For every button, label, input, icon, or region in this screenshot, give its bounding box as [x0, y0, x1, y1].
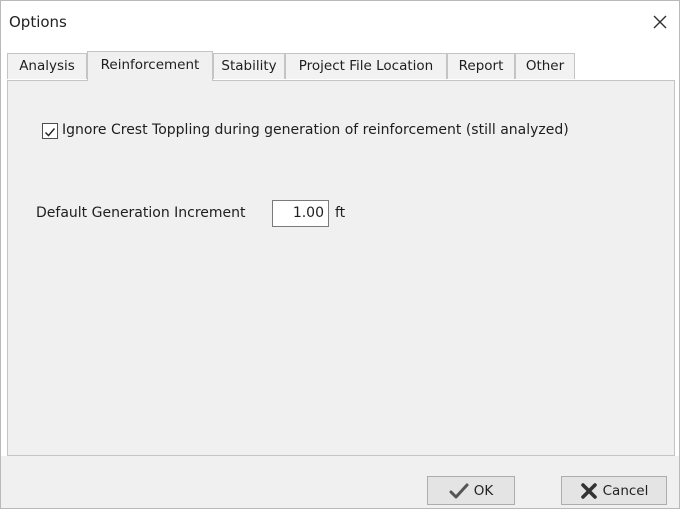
close-icon [653, 15, 667, 29]
ok-button[interactable]: OK [427, 476, 515, 505]
tab-strip: Analysis Reinforcement Stability Project… [7, 51, 679, 81]
generation-increment-label: Default Generation Increment [36, 205, 246, 221]
tab-analysis[interactable]: Analysis [7, 53, 87, 79]
checkmark-icon [449, 483, 469, 498]
ignore-crest-toppling-checkbox[interactable] [42, 123, 58, 139]
tab-report[interactable]: Report [447, 53, 515, 79]
tab-project-file-location[interactable]: Project File Location [285, 53, 447, 79]
tab-stability[interactable]: Stability [213, 53, 285, 79]
button-bar: OK Cancel [1, 456, 679, 508]
tab-reinforcement[interactable]: Reinforcement [87, 51, 213, 81]
cancel-button[interactable]: Cancel [561, 476, 667, 505]
checkmark-icon [44, 128, 56, 137]
generation-increment-unit: ft [335, 205, 346, 221]
reinforcement-panel: Ignore Crest Toppling during generation … [7, 80, 675, 456]
close-button[interactable] [649, 11, 671, 33]
ignore-crest-toppling-label[interactable]: Ignore Crest Toppling during generation … [62, 122, 569, 138]
options-dialog: Options Analysis Reinforcement Stability… [0, 0, 680, 509]
x-icon [580, 482, 597, 499]
generation-increment-input[interactable]: 1.00 [272, 200, 329, 227]
dialog-title: Options [9, 13, 67, 31]
ok-button-label: OK [473, 482, 494, 499]
title-bar: Options [1, 1, 679, 45]
tab-other[interactable]: Other [515, 53, 575, 79]
cancel-button-label: Cancel [602, 482, 649, 499]
